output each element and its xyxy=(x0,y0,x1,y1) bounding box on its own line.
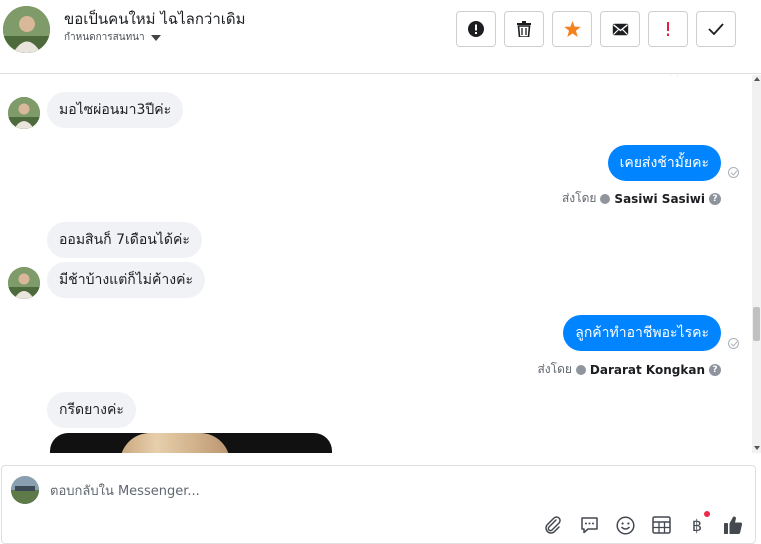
conversation-title: ขอเป็นคนใหม่ ไฉไลกว่าเดิม xyxy=(64,10,246,28)
trash-icon xyxy=(517,21,531,37)
like-button[interactable] xyxy=(722,514,744,536)
avatar[interactable] xyxy=(8,267,40,299)
scroll-up-arrow-icon[interactable] xyxy=(754,77,760,81)
exclamation-circle-icon xyxy=(468,21,484,37)
envelope-icon xyxy=(612,23,628,35)
table-icon xyxy=(651,516,671,534)
incoming-message: มอไซผ่อนมา3ปีค่ะ xyxy=(47,92,184,128)
sender-name[interactable]: Sasiwi Sasiwi xyxy=(614,192,705,206)
baht-icon: ฿ xyxy=(691,515,703,535)
seen-icon xyxy=(728,338,739,349)
messenger-window: ขอเป็นคนใหม่ ไฉไลกว่าเดิม กำหนดการสนทนา xyxy=(0,0,761,544)
chat-bubble-icon xyxy=(580,517,598,534)
cropped-message-fragment xyxy=(670,75,678,76)
reply-input[interactable] xyxy=(50,480,740,502)
payment-button[interactable]: ฿ xyxy=(686,511,710,536)
notification-dot xyxy=(704,511,710,517)
conversation-settings-dropdown[interactable]: กำหนดการสนทนา xyxy=(64,30,161,45)
photo-attachment[interactable] xyxy=(50,433,332,453)
incoming-message: มีช้าบ้างแต่ก็ไม่ค้างค่ะ xyxy=(47,262,205,298)
sent-by-label: ส่งโดย Dararat Kongkan ? xyxy=(537,360,721,379)
report-button[interactable] xyxy=(456,11,496,47)
paperclip-icon xyxy=(545,516,561,534)
spam-button[interactable] xyxy=(648,11,688,47)
avatar[interactable] xyxy=(3,6,50,53)
composer-tools: ฿ xyxy=(542,511,744,536)
scroll-down-arrow-icon[interactable] xyxy=(754,446,760,450)
star-icon xyxy=(563,21,581,37)
star-button[interactable] xyxy=(552,11,592,47)
emoji-button[interactable] xyxy=(614,514,636,536)
conversation-header: ขอเป็นคนใหม่ ไฉไลกว่าเดิม กำหนดการสนทนา xyxy=(0,0,761,74)
create-order-button[interactable] xyxy=(650,514,672,536)
help-icon[interactable]: ? xyxy=(709,192,721,205)
photo-content xyxy=(120,433,230,453)
exclamation-icon xyxy=(667,22,669,36)
verified-icon xyxy=(575,364,586,375)
header-toolbar xyxy=(456,11,736,47)
conversation-settings-label: กำหนดการสนทนา xyxy=(64,32,145,43)
verified-icon xyxy=(600,193,611,204)
seen-icon xyxy=(728,167,739,178)
mark-unread-button[interactable] xyxy=(600,11,640,47)
attach-button[interactable] xyxy=(542,514,564,536)
help-icon[interactable]: ? xyxy=(709,363,721,376)
sent-by-prefix: ส่งโดย xyxy=(537,362,572,376)
outgoing-message: ลูกค้าทำอาชีพอะไรคะ xyxy=(563,315,721,351)
scrollbar[interactable] xyxy=(752,75,761,453)
message-composer: ฿ xyxy=(1,465,756,544)
done-button[interactable] xyxy=(696,11,736,47)
caret-down-icon xyxy=(150,34,161,41)
avatar[interactable] xyxy=(8,97,40,129)
saved-replies-button[interactable] xyxy=(578,514,600,536)
sender-name[interactable]: Dararat Kongkan xyxy=(590,363,705,377)
smiley-icon xyxy=(615,515,635,535)
scrollbar-thumb[interactable] xyxy=(753,307,760,341)
outgoing-message: เคยส่งช้ามั้ยคะ xyxy=(607,145,721,181)
sent-by-prefix: ส่งโดย xyxy=(561,191,597,205)
avatar xyxy=(11,476,39,504)
delete-button[interactable] xyxy=(504,11,544,47)
incoming-message: กรีดยางค่ะ xyxy=(47,392,136,428)
thumbs-up-icon xyxy=(724,516,743,535)
check-icon xyxy=(708,23,724,35)
incoming-message: ออมสินก็ 7เดือนได้ค่ะ xyxy=(47,222,202,258)
sent-by-label: ส่งโดย Sasiwi Sasiwi ? xyxy=(562,189,721,208)
message-thread[interactable]: มอไซผ่อนมา3ปีค่ะ เคยส่งช้ามั้ยคะ ส่งโดย … xyxy=(0,75,752,453)
